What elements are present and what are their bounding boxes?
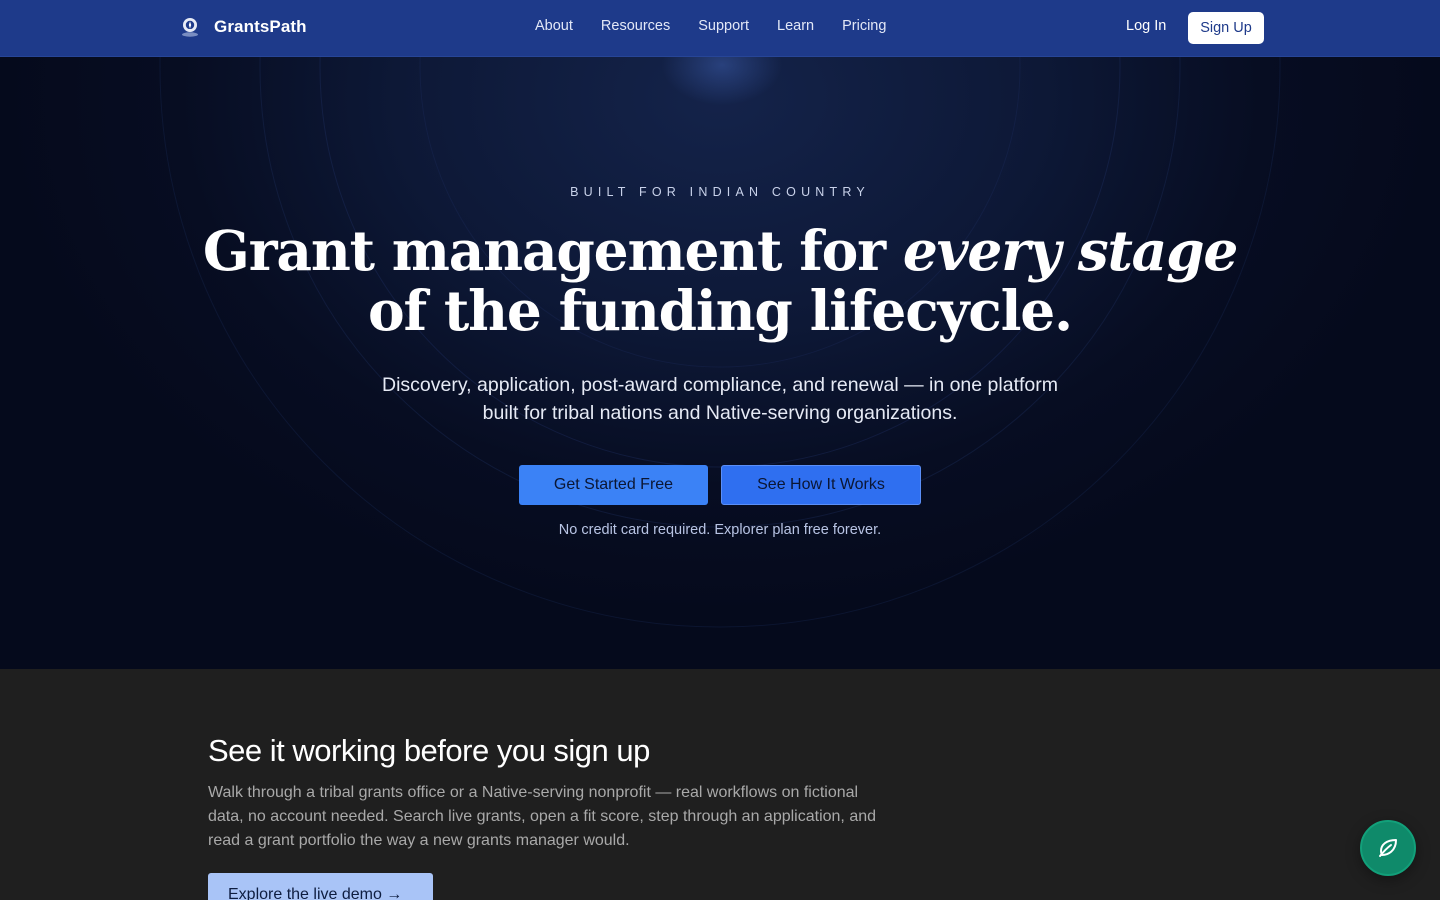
brand-name: GrantsPath — [214, 17, 307, 36]
see-how-it-works-button[interactable]: See How It Works — [721, 465, 921, 505]
demo-title: See it working before you sign up — [208, 733, 650, 768]
top-navbar: GrantsPath About Resources Support Learn… — [0, 0, 1440, 57]
leaf-icon — [1379, 839, 1397, 857]
demo-description: Walk through a tribal grants office or a… — [208, 784, 877, 849]
headline-text-start: Grant management for — [202, 218, 903, 283]
nav-link-learn[interactable]: Learn — [777, 18, 814, 34]
main-nav: About Resources Support Learn Pricing — [535, 18, 886, 34]
hero-headline: Grant management for every stage of the … — [0, 221, 1440, 341]
signup-button[interactable]: Sign Up — [1188, 12, 1264, 44]
headline-emphasis: every stage — [902, 218, 1238, 283]
hero-section: BUILT FOR INDIAN COUNTRY Grant managemen… — [0, 57, 1440, 669]
hero-background-rings — [159, 57, 1281, 628]
explore-demo-button[interactable]: Explore the live demo → — [208, 873, 433, 900]
get-started-button[interactable]: Get Started Free — [519, 465, 708, 505]
hero-eyebrow: BUILT FOR INDIAN COUNTRY — [570, 185, 870, 199]
nav-link-support[interactable]: Support — [698, 18, 749, 34]
headline-text-line2: of the funding lifecycle. — [367, 278, 1073, 343]
nav-link-about[interactable]: About — [535, 18, 573, 34]
hero-cta-row: Get Started Free See How It Works — [519, 465, 921, 505]
nav-link-pricing[interactable]: Pricing — [842, 18, 886, 34]
brand-link[interactable]: GrantsPath — [178, 15, 307, 39]
subhead-line2: built for tribal nations and Native-serv… — [482, 402, 958, 424]
demo-section: See it working before you sign up Walk t… — [0, 669, 1440, 900]
hero-fineprint: No credit card required. Explorer plan f… — [558, 522, 882, 538]
login-link[interactable]: Log In — [1126, 18, 1166, 34]
compass-pin-icon — [182, 18, 198, 37]
hero-subhead: Discovery, application, post-award compl… — [0, 371, 1440, 427]
subhead-line1: Discovery, application, post-award compl… — [382, 374, 1058, 396]
nav-link-resources[interactable]: Resources — [601, 18, 670, 34]
floating-assistant-button[interactable] — [1360, 820, 1416, 876]
